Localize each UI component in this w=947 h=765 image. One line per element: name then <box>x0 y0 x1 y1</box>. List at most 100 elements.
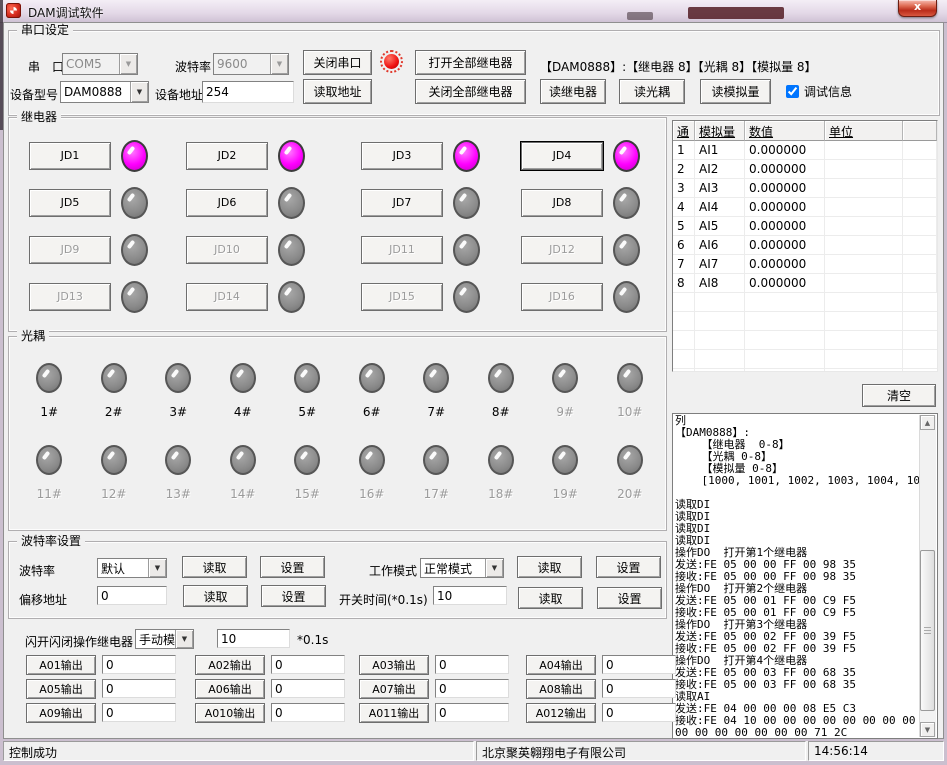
flash-time-field[interactable] <box>217 629 290 648</box>
open-all-relays-button[interactable]: 打开全部继电器 <box>415 50 526 75</box>
baud-setting-value: 默认 <box>98 560 148 577</box>
cell-value: 0.000000 <box>745 160 825 179</box>
table-row[interactable]: 4 AI4 0.000000 <box>673 198 937 217</box>
offset-address-field[interactable] <box>97 586 167 605</box>
baud-set-button[interactable]: 设置 <box>260 556 325 578</box>
baud-read-button[interactable]: 读取 <box>182 556 247 578</box>
analog-output-field[interactable] <box>102 655 176 674</box>
relay-button[interactable]: JD10 <box>186 236 268 264</box>
read-address-button[interactable]: 读取地址 <box>303 79 372 104</box>
work-mode-select[interactable]: 正常模式 ▼ <box>420 558 504 578</box>
close-all-relays-button[interactable]: 关闭全部继电器 <box>415 79 526 104</box>
opto-label: 12# <box>101 487 126 501</box>
analog-output-button[interactable]: A09输出 <box>26 703 96 723</box>
relay-button[interactable]: JD12 <box>521 236 603 264</box>
opto-cell: 5# <box>294 357 320 439</box>
switch-time-field[interactable] <box>433 586 507 605</box>
table-row[interactable]: 2 AI2 0.000000 <box>673 160 937 179</box>
analog-output-field[interactable] <box>271 655 345 674</box>
analog-output-field[interactable] <box>435 655 509 674</box>
relay-button[interactable]: JD5 <box>29 189 111 217</box>
opto-led-indicator <box>617 363 643 393</box>
relay-grid: JD1 JD2 JD3 JD4 <box>9 132 666 331</box>
col-header-value[interactable]: 数值 <box>745 121 825 141</box>
relay-button[interactable]: JD8 <box>521 189 603 217</box>
analog-output-field[interactable] <box>602 703 676 722</box>
analog-output-button[interactable]: A012输出 <box>526 703 596 723</box>
relay-button[interactable]: JD7 <box>361 189 443 217</box>
table-row[interactable]: 8 AI8 0.000000 <box>673 274 937 293</box>
analog-output-field[interactable] <box>435 679 509 698</box>
analog-output-button[interactable]: A04输出 <box>526 655 596 675</box>
log-scrollbar[interactable]: ▲ ▼ <box>919 415 936 737</box>
col-header-channel[interactable]: 通 <box>673 121 695 141</box>
table-row[interactable]: 7 AI7 0.000000 <box>673 255 937 274</box>
opto-label: 11# <box>37 487 62 501</box>
debug-info-checkbox[interactable] <box>786 85 799 98</box>
analog-output-field[interactable] <box>271 679 345 698</box>
col-header-analog[interactable]: 模拟量 <box>695 121 745 141</box>
read-opto-button[interactable]: 读光耦 <box>619 79 685 104</box>
relay-button[interactable]: JD13 <box>29 283 111 311</box>
analog-output-field[interactable] <box>602 655 676 674</box>
analog-output-button[interactable]: A08输出 <box>526 679 596 699</box>
baud-setting-select[interactable]: 默认 ▼ <box>97 558 167 578</box>
relay-button[interactable]: JD11 <box>361 236 443 264</box>
opto-label: 6# <box>363 405 381 419</box>
analog-output-button[interactable]: A01输出 <box>26 655 96 675</box>
relay-button[interactable]: JD3 <box>361 142 443 170</box>
analog-output-field[interactable] <box>602 679 676 698</box>
close-serial-port-button[interactable]: 关闭串口 <box>303 50 372 75</box>
relay-button[interactable]: JD2 <box>186 142 268 170</box>
relay-button[interactable]: JD4 <box>521 142 603 170</box>
table-row[interactable]: 3 AI3 0.000000 <box>673 179 937 198</box>
analog-output-field[interactable] <box>102 703 176 722</box>
cell-channel: 5 <box>673 217 695 236</box>
analog-output-field[interactable] <box>435 703 509 722</box>
relay-button[interactable]: JD9 <box>29 236 111 264</box>
relay-led-indicator <box>121 187 148 219</box>
analog-output-button[interactable]: A05输出 <box>26 679 96 699</box>
analog-output-button[interactable]: A011输出 <box>359 703 429 723</box>
baud-select: 9600 ▼ <box>213 53 289 75</box>
close-button[interactable]: x <box>898 0 937 17</box>
relay-button[interactable]: JD15 <box>361 283 443 311</box>
work-mode-set-button[interactable]: 设置 <box>596 556 661 578</box>
analog-output-button[interactable]: A06输出 <box>195 679 265 699</box>
table-row[interactable]: 1 AI1 0.000000 <box>673 141 937 160</box>
analog-output-button[interactable]: A010输出 <box>195 703 265 723</box>
analog-output-button[interactable]: A03输出 <box>359 655 429 675</box>
switch-time-read-button[interactable]: 读取 <box>518 587 583 609</box>
scroll-up-icon[interactable]: ▲ <box>920 415 935 430</box>
table-row[interactable]: 6 AI6 0.000000 <box>673 236 937 255</box>
relay-button[interactable]: JD6 <box>186 189 268 217</box>
flash-mode-select[interactable]: 手动模式 ▼ <box>135 629 194 649</box>
work-mode-read-button[interactable]: 读取 <box>517 556 582 578</box>
relay-button[interactable]: JD14 <box>186 283 268 311</box>
analog-output-button[interactable]: A07输出 <box>359 679 429 699</box>
scroll-down-icon[interactable]: ▼ <box>920 722 935 737</box>
opto-cell: 4# <box>230 357 256 439</box>
scrollbar-thumb[interactable] <box>920 550 935 711</box>
switch-time-set-button[interactable]: 设置 <box>597 587 662 609</box>
cell-extra <box>903 274 937 293</box>
read-relays-button[interactable]: 读继电器 <box>540 79 606 104</box>
window-title: DAM调试软件 <box>28 4 104 21</box>
col-header-unit[interactable]: 单位 <box>825 121 903 141</box>
relay-led-indicator <box>453 140 480 172</box>
relay-button[interactable]: JD16 <box>521 283 603 311</box>
clear-log-button[interactable]: 清空 <box>862 384 936 407</box>
analog-output-field[interactable] <box>102 679 176 698</box>
analog-output-button[interactable]: A02输出 <box>195 655 265 675</box>
device-address-field[interactable] <box>202 81 294 103</box>
debug-log-box[interactable]: 列 【DAM0888】: 【继电器 0-8】 【光耦 0-8】 【模拟量 0-8… <box>672 413 938 739</box>
analog-output-field[interactable] <box>271 703 345 722</box>
device-model-select[interactable]: DAM0888 ▼ <box>60 81 149 103</box>
cell-unit <box>825 217 903 236</box>
opto-label: 7# <box>427 405 445 419</box>
table-row[interactable]: 5 AI5 0.000000 <box>673 217 937 236</box>
read-analog-button[interactable]: 读模拟量 <box>700 79 771 104</box>
offset-read-button[interactable]: 读取 <box>183 585 248 607</box>
offset-set-button[interactable]: 设置 <box>261 585 326 607</box>
relay-button[interactable]: JD1 <box>29 142 111 170</box>
